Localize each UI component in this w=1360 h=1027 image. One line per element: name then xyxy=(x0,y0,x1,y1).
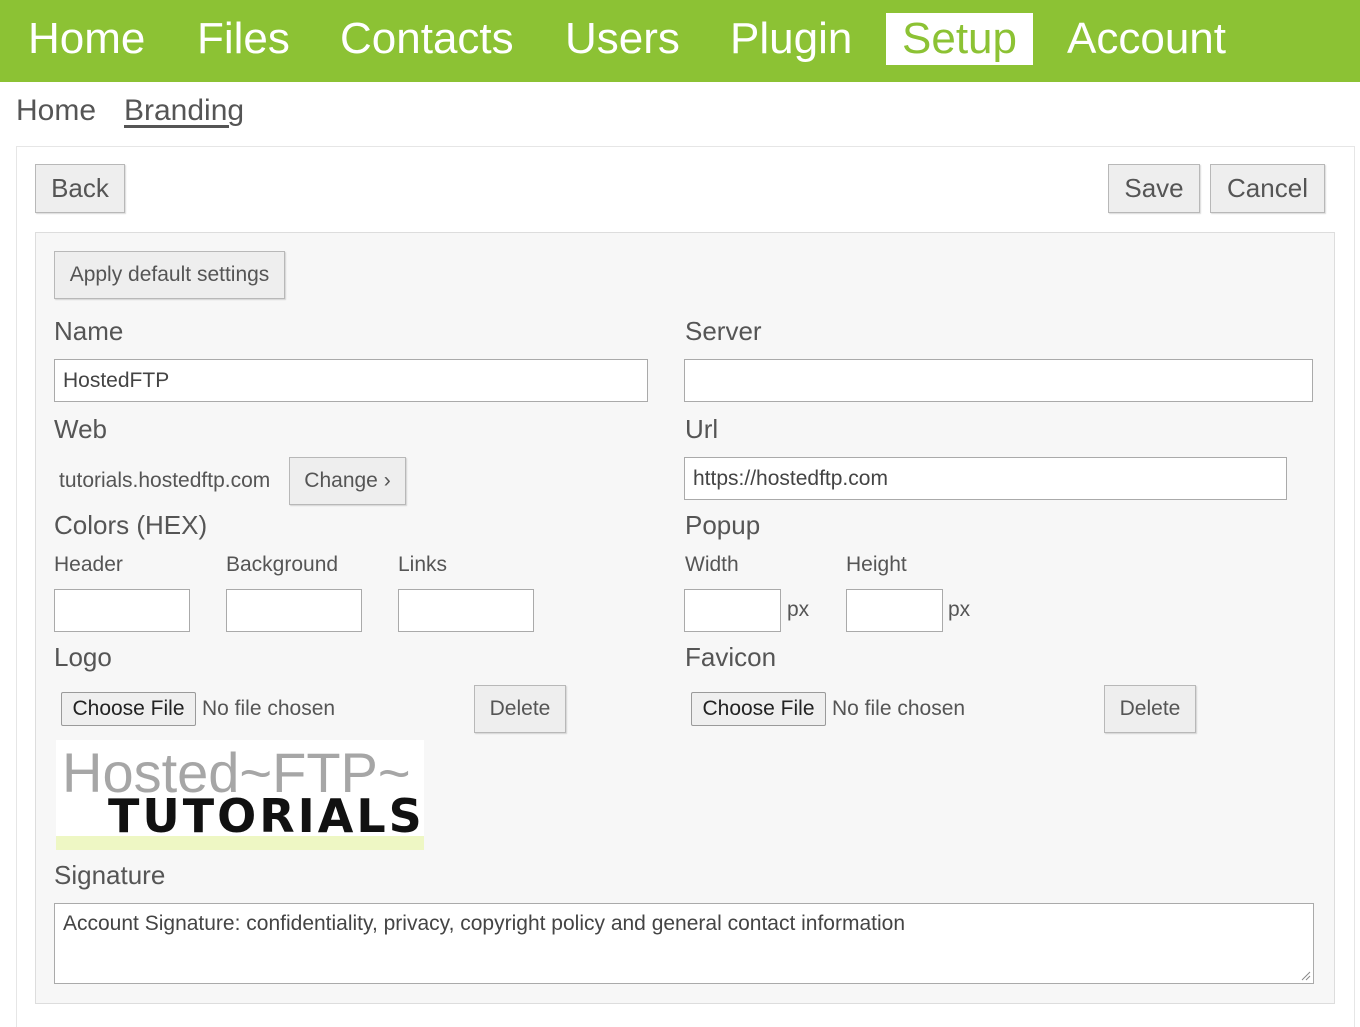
server-label: Server xyxy=(685,316,762,346)
server-input[interactable] xyxy=(684,359,1313,402)
nav-users[interactable]: Users xyxy=(549,13,696,65)
header-color-label: Header xyxy=(54,553,123,576)
background-color-label: Background xyxy=(226,553,339,576)
save-button[interactable]: Save xyxy=(1108,164,1200,213)
nav-setup[interactable]: Setup xyxy=(886,13,1033,65)
popup-height-input[interactable] xyxy=(846,589,943,632)
links-color-label: Links xyxy=(398,553,448,576)
breadcrumb-branding[interactable]: Branding xyxy=(124,94,244,128)
name-input[interactable] xyxy=(54,359,648,402)
change-web-button[interactable]: Change › xyxy=(289,457,406,505)
signature-text: Account Signature: confidentiality, priv… xyxy=(63,912,906,935)
cancel-button[interactable]: Cancel xyxy=(1210,164,1325,213)
web-domain-value: tutorials.hostedftp.com xyxy=(59,469,271,492)
favicon-no-file-text: No file chosen xyxy=(832,697,966,720)
logo-line2: TUTORIALS xyxy=(108,789,424,843)
top-nav: Home Files Contacts Users Plugin Setup A… xyxy=(0,0,1360,82)
popup-height-label: Height xyxy=(846,553,907,576)
breadcrumb-home[interactable]: Home xyxy=(16,94,96,128)
apply-default-settings-button[interactable]: Apply default settings xyxy=(54,251,285,299)
logo-delete-button[interactable]: Delete xyxy=(474,685,566,733)
logo-choose-file-button[interactable]: Choose File xyxy=(61,692,196,726)
signature-label: Signature xyxy=(54,860,166,890)
nav-files[interactable]: Files xyxy=(181,13,306,65)
nav-home[interactable]: Home xyxy=(12,13,161,65)
url-input[interactable] xyxy=(684,457,1287,500)
background-color-input[interactable] xyxy=(226,589,362,632)
web-label: Web xyxy=(54,414,107,444)
logo-no-file-text: No file chosen xyxy=(202,697,336,720)
logo-underline-bar xyxy=(56,836,424,850)
logo-label: Logo xyxy=(54,642,112,672)
signature-textarea[interactable]: Account Signature: confidentiality, priv… xyxy=(54,903,1314,984)
url-label: Url xyxy=(685,414,719,444)
popup-width-unit: px xyxy=(787,598,810,621)
links-color-input[interactable] xyxy=(398,589,534,632)
popup-width-input[interactable] xyxy=(684,589,781,632)
logo-preview-image: Hosted~FTP~ TUTORIALS xyxy=(56,740,424,850)
nav-account[interactable]: Account xyxy=(1051,13,1242,65)
hostedftp-tutorials-logo: Hosted~FTP~ TUTORIALS xyxy=(62,741,424,843)
nav-contacts[interactable]: Contacts xyxy=(324,13,530,65)
favicon-choose-file-button[interactable]: Choose File xyxy=(691,692,826,726)
favicon-label: Favicon xyxy=(685,642,777,672)
back-button[interactable]: Back xyxy=(35,164,125,213)
favicon-delete-button[interactable]: Delete xyxy=(1104,685,1196,733)
name-label: Name xyxy=(54,316,124,346)
nav-plugin[interactable]: Plugin xyxy=(714,13,868,65)
popup-label: Popup xyxy=(685,510,761,540)
resize-handle-icon[interactable] xyxy=(1301,971,1311,981)
header-color-input[interactable] xyxy=(54,589,190,632)
popup-width-label: Width xyxy=(685,553,739,576)
popup-height-unit: px xyxy=(948,598,971,621)
colors-label: Colors (HEX) xyxy=(54,510,208,540)
